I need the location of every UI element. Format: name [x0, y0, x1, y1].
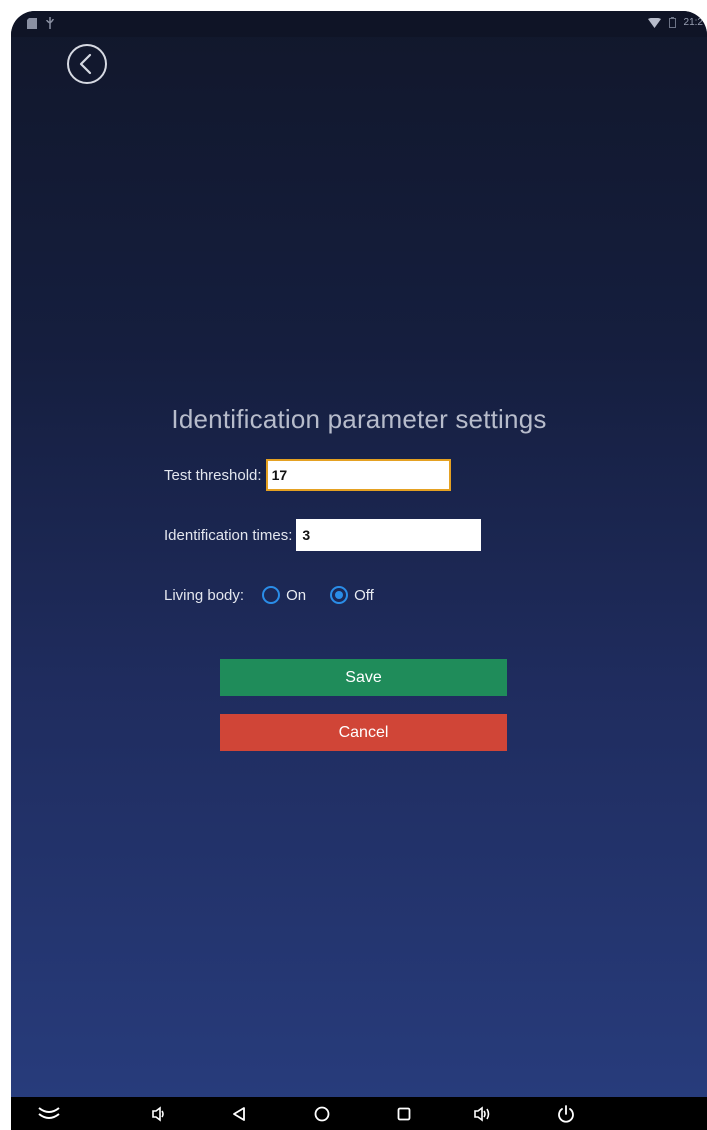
- living-body-on-label: On: [286, 586, 307, 604]
- sd-card-icon: [27, 17, 37, 29]
- living-body-label: Living body:: [164, 586, 245, 604]
- volume-down-button[interactable]: [147, 1103, 171, 1125]
- living-body-off-radio[interactable]: Off: [330, 586, 374, 604]
- page-title: Identification parameter settings: [171, 404, 547, 434]
- nav-bar: [11, 1097, 707, 1130]
- radio-checked-icon: [330, 586, 349, 604]
- usb-icon: [45, 17, 55, 29]
- radio-unchecked-icon: [262, 586, 281, 604]
- volume-up-button[interactable]: [471, 1103, 495, 1125]
- identification-times-label: Identification times:: [164, 526, 293, 544]
- test-threshold-row: Test threshold:: [164, 459, 451, 491]
- volume-up-icon: [474, 1106, 490, 1122]
- cancel-button[interactable]: Cancel: [220, 714, 507, 751]
- volume-down-icon: [152, 1106, 164, 1122]
- status-right: 21:2: [647, 17, 703, 28]
- hide-bar-icon: [38, 1107, 60, 1119]
- test-threshold-input[interactable]: [265, 459, 451, 491]
- living-body-row: Living body: On Off: [164, 586, 374, 604]
- battery-icon: [668, 17, 676, 28]
- test-threshold-label: Test threshold:: [164, 466, 262, 484]
- living-body-off-label: Off: [354, 586, 374, 604]
- back-chevron-icon: [67, 44, 107, 84]
- wifi-icon: [647, 17, 661, 28]
- status-time: 21:2: [683, 17, 703, 28]
- recents-icon: [397, 1107, 411, 1121]
- nav-back-button[interactable]: [227, 1103, 251, 1125]
- status-left: [27, 17, 55, 29]
- nav-recents-button[interactable]: [392, 1103, 416, 1125]
- radio-dot: [335, 591, 344, 599]
- identification-times-row: Identification times:: [164, 519, 482, 551]
- save-button[interactable]: Save: [220, 659, 507, 696]
- nav-home-button[interactable]: [310, 1103, 334, 1125]
- home-icon: [314, 1106, 330, 1122]
- identification-times-input[interactable]: [296, 519, 482, 551]
- hide-bar-button[interactable]: [37, 1103, 61, 1125]
- back-button[interactable]: [66, 43, 108, 85]
- back-icon: [233, 1107, 245, 1121]
- power-button[interactable]: [554, 1103, 578, 1125]
- living-body-on-radio[interactable]: On: [262, 586, 306, 604]
- status-bar: 21:2: [11, 11, 707, 37]
- power-icon: [558, 1105, 574, 1123]
- device-screen: 21:2 Identification parameter settings T…: [11, 11, 707, 1130]
